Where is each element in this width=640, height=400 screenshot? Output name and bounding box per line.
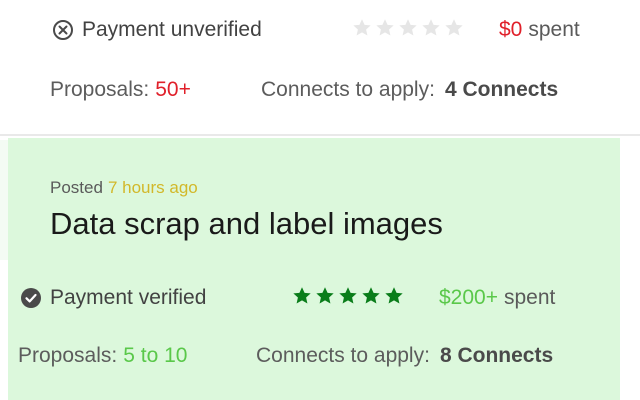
connects-to-apply: Connects to apply: 4 Connects <box>261 76 558 104</box>
star-icon <box>445 19 463 36</box>
star-icon <box>362 287 380 304</box>
star-icon <box>422 19 440 36</box>
payment-status-label: Payment unverified <box>82 18 262 41</box>
star-icon <box>353 19 371 36</box>
posted-info: Posted 7 hours ago <box>50 176 198 200</box>
connects-label: Connects to apply: <box>256 344 430 367</box>
proposals-value: 5 to 10 <box>123 344 188 367</box>
posted-time: 7 hours ago <box>107 178 198 197</box>
connects-value: 4 Connects <box>444 78 559 101</box>
client-spent-amount: $200+ <box>439 286 498 309</box>
client-spent: $0 spent <box>499 16 580 44</box>
check-badge-icon <box>21 288 41 308</box>
client-spent: $200+ spent <box>439 284 555 312</box>
proposals-label: Proposals: <box>50 78 150 101</box>
proposals-value: 50+ <box>155 78 191 101</box>
client-spent-amount: $0 <box>499 18 523 41</box>
client-rating <box>352 18 464 38</box>
client-rating <box>292 286 404 306</box>
client-spent-label: spent <box>503 286 556 309</box>
proposals-label: Proposals: <box>18 344 118 367</box>
proposals: Proposals: 50+ <box>50 76 191 104</box>
proposals: Proposals: 5 to 10 <box>18 342 187 370</box>
star-icon <box>385 287 403 304</box>
connects-to-apply: Connects to apply: 8 Connects <box>256 342 553 370</box>
previous-job-card[interactable]: Payment unverified $0 spent Proposals: 5… <box>0 0 640 134</box>
star-icon <box>293 287 311 304</box>
client-spent-label: spent <box>528 18 580 41</box>
star-icon <box>316 287 334 304</box>
divider <box>0 134 640 136</box>
connects-value: 8 Connects <box>439 344 554 367</box>
job-title[interactable]: Data scrap and label images <box>50 204 443 244</box>
x-circle-icon <box>53 20 73 40</box>
star-icon <box>376 19 394 36</box>
payment-status-label: Payment verified <box>50 286 207 309</box>
payment-status: Payment verified <box>20 284 206 312</box>
posted-label: Posted <box>50 178 103 197</box>
connects-label: Connects to apply: <box>261 78 435 101</box>
star-icon <box>399 19 417 36</box>
payment-status: Payment unverified <box>52 16 262 44</box>
star-icon <box>339 287 357 304</box>
